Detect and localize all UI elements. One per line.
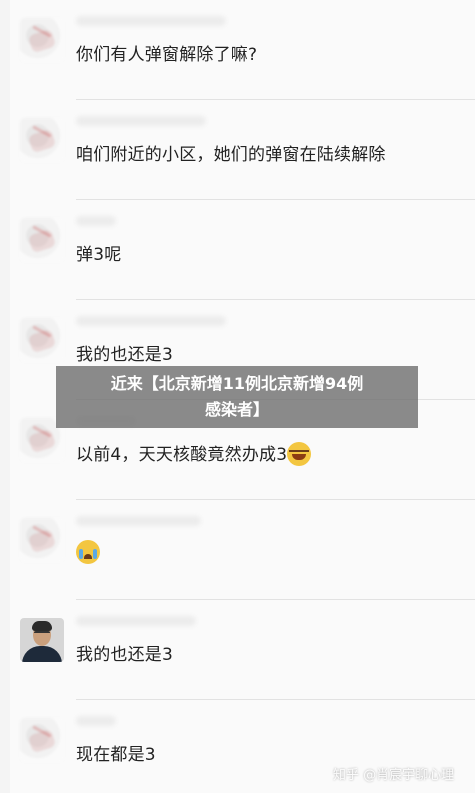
article-title-overlay: 近来【北京新增11例北京新增94例 感染者】 [56,366,418,428]
message-text [76,540,100,564]
sender-name-redacted [76,116,206,126]
avatar[interactable] [20,218,64,262]
sender-name-redacted [76,716,116,726]
chat-message [10,500,475,600]
message-text: 咱们附近的小区，她们的弹窗在陆续解除 [76,145,386,165]
message-text: 你们有人弹窗解除了嘛? [76,45,258,65]
laughing-crying-emoji-icon [287,442,312,466]
chat-message: 你们有人弹窗解除了嘛? [10,0,475,100]
chat-message: 现在都是3 [10,700,475,800]
avatar[interactable] [20,118,64,162]
avatar-glasses [34,631,50,637]
zhihu-watermark: 知乎 @肖宸宇聊心理 [333,768,455,783]
avatar[interactable] [20,518,64,562]
avatar-shoulders [22,646,62,662]
chat-message: 咱们附近的小区，她们的弹窗在陆续解除 [10,100,475,200]
chat-message: 弹3呢 [10,200,475,300]
article-title-line-1: 近来【北京新增11例北京新增94例 [110,374,364,393]
message-text: 现在都是3 [76,745,156,765]
avatar[interactable] [20,18,64,62]
avatar-hair [32,621,52,631]
sender-name-redacted [76,16,226,26]
message-text-content: 以前4，天天核酸竟然办成3 [76,445,288,465]
message-text: 弹3呢 [76,245,122,265]
avatar-photo[interactable] [20,618,64,662]
message-text: 我的也还是3 [76,345,174,365]
message-text: 以前4，天天核酸竟然办成3 [76,440,312,466]
sender-name-redacted [76,516,201,526]
avatar[interactable] [20,318,64,362]
sender-name-redacted [76,616,196,626]
article-title-line-2: 感染者】 [204,400,269,419]
message-text: 我的也还是3 [76,645,174,665]
sender-name-redacted [76,316,226,326]
avatar[interactable] [20,718,64,762]
crying-emoji-icon [76,540,100,564]
sender-name-redacted [76,216,116,226]
chat-message: 我的也还是3 [10,600,475,700]
